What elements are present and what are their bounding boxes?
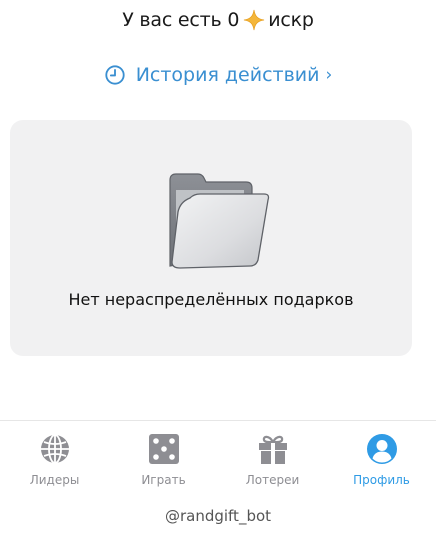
bottom-navigation: Лидеры Играть Лотереи Профиль <box>0 421 436 491</box>
clock-icon <box>104 64 126 86</box>
nav-item-lotteries[interactable]: Лотереи <box>218 421 327 491</box>
currency-label: искр <box>268 9 314 31</box>
nav-label-lotteries: Лотереи <box>245 473 300 487</box>
empty-folder-icon <box>160 168 272 272</box>
empty-state-message: Нет нераспределённых подарков <box>68 290 354 309</box>
globe-icon <box>38 432 72 466</box>
nav-item-profile[interactable]: Профиль <box>327 421 436 491</box>
nav-label-profile: Профиль <box>353 473 410 487</box>
history-label: История действий <box>135 64 320 86</box>
balance-text: У вас есть 0 <box>122 9 240 31</box>
gift-bot-screen: У вас есть 0 искр История действий › Нет… <box>0 0 436 536</box>
history-link[interactable]: История действий › <box>0 64 436 86</box>
dice-icon <box>147 432 181 466</box>
chevron-right-icon: › <box>325 65 333 85</box>
bot-handle: @randgift_bot <box>164 507 272 525</box>
nav-label-leaders: Лидеры <box>29 473 80 487</box>
empty-gifts-card: Нет нераспределённых подарков <box>10 120 412 356</box>
nav-item-leaders[interactable]: Лидеры <box>0 421 109 491</box>
sparkle-icon <box>243 9 265 31</box>
balance-line: У вас есть 0 искр <box>0 9 436 31</box>
nav-item-play[interactable]: Играть <box>109 421 218 491</box>
nav-label-play: Играть <box>141 473 186 487</box>
profile-icon <box>365 432 399 466</box>
gift-icon <box>256 432 290 466</box>
